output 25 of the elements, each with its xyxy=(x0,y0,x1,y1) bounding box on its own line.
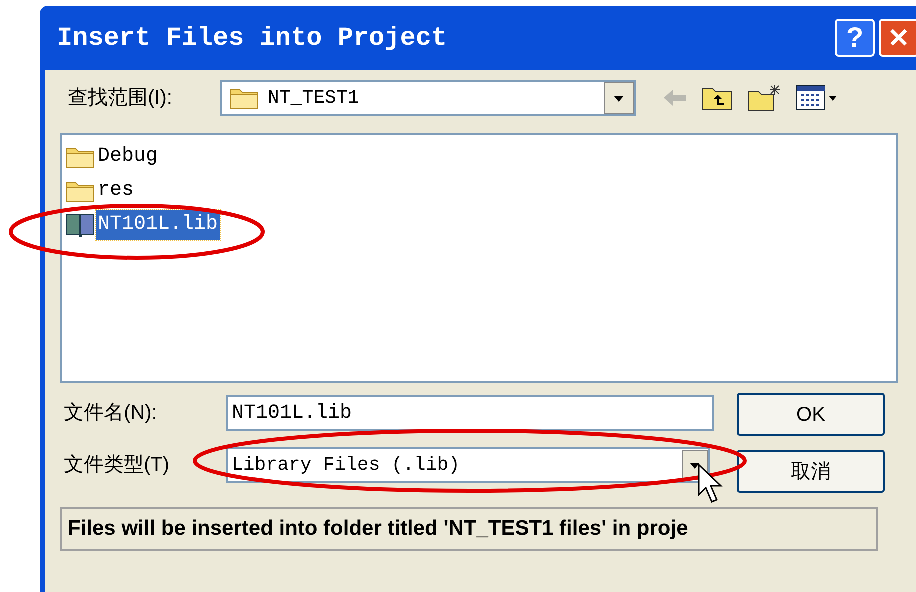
mouse-cursor-icon xyxy=(698,464,724,504)
ok-button[interactable]: OK xyxy=(737,393,885,436)
file-name-label: 文件名(N): xyxy=(63,401,158,426)
file-name: Debug xyxy=(97,144,160,170)
dropdown-button[interactable] xyxy=(604,82,634,114)
window-title: Insert Files into Project xyxy=(57,22,448,54)
file-name-field[interactable]: NT101L.lib xyxy=(226,395,714,431)
book-icon xyxy=(66,212,96,238)
file-type-value: Library Files (.lib) xyxy=(232,452,462,478)
file-name: res xyxy=(97,178,136,204)
look-in-value: NT_TEST1 xyxy=(268,86,360,111)
look-in-dropdown[interactable]: NT_TEST1 xyxy=(220,80,636,116)
file-type-dropdown[interactable]: Library Files (.lib) xyxy=(226,447,710,483)
file-item[interactable]: res xyxy=(66,177,896,205)
close-button[interactable]: ✕ xyxy=(879,19,916,57)
status-text: Files will be inserted into folder titled 'NT_TEST1 files' in proje xyxy=(68,516,688,542)
file-type-label: 文件类型(T) xyxy=(63,453,171,478)
cancel-button[interactable]: 取消 xyxy=(737,450,885,493)
file-item[interactable]: NT101L.lib xyxy=(66,211,896,239)
file-name: NT101L.lib xyxy=(96,210,220,240)
view-menu-icon[interactable] xyxy=(796,85,838,111)
file-item[interactable]: Debug xyxy=(66,143,896,171)
look-in-label: 查找范围(I): xyxy=(67,86,174,111)
new-folder-icon[interactable] xyxy=(748,84,782,112)
help-button[interactable]: ? xyxy=(835,19,875,57)
